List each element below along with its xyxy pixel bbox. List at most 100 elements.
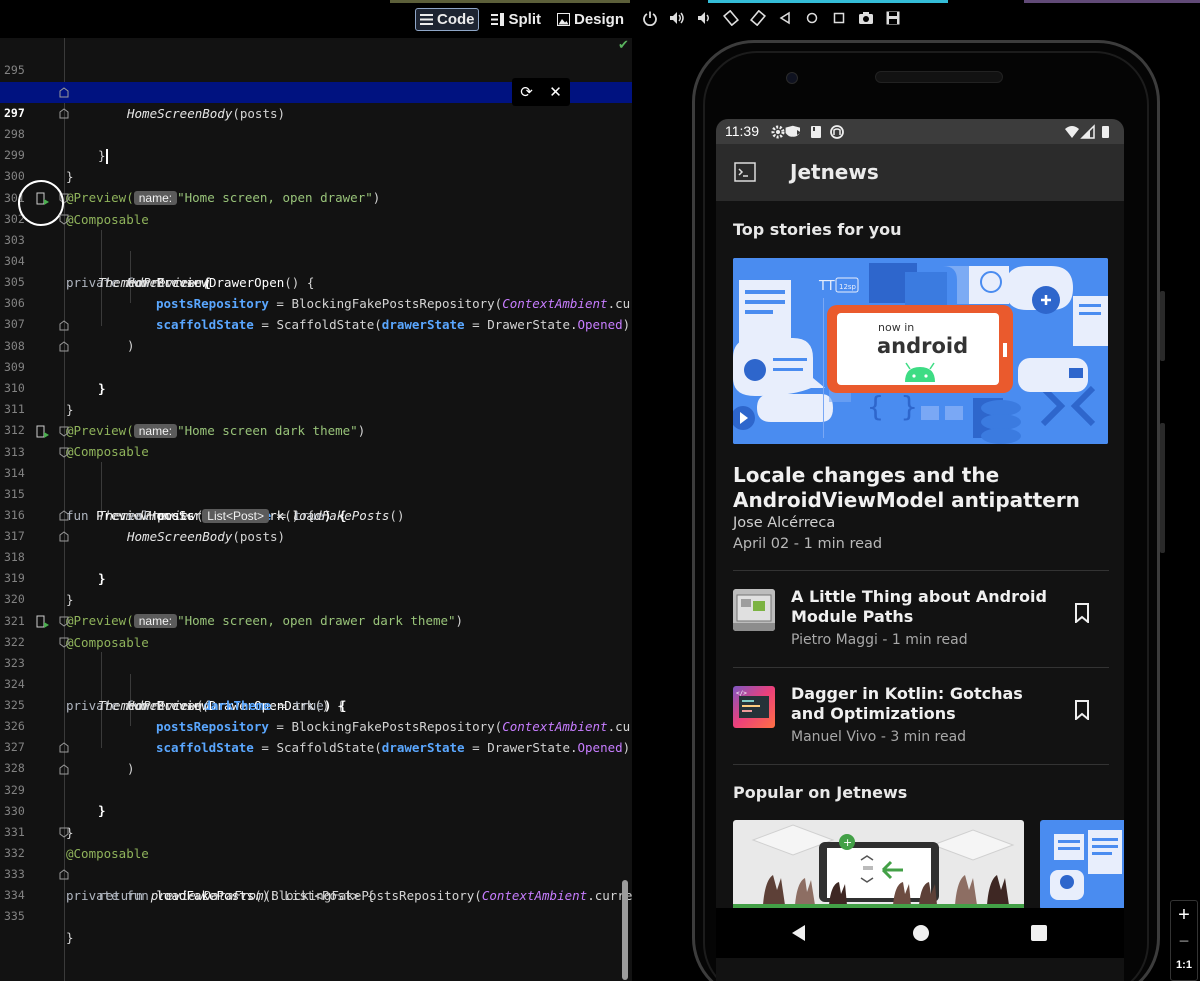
code-line[interactable]: 331 @Composable bbox=[0, 801, 632, 861]
tab-design[interactable]: Design bbox=[553, 8, 628, 31]
code-line[interactable]: 314 ThemedPreview(darkTheme = true) { bbox=[0, 442, 632, 523]
nav-back-icon[interactable] bbox=[790, 924, 808, 942]
code-line[interactable]: 303 ThemedPreview { bbox=[0, 209, 632, 290]
volume-up-icon[interactable] bbox=[669, 10, 685, 26]
volume-down-icon[interactable] bbox=[696, 10, 712, 26]
code-line[interactable]: 308 } bbox=[0, 315, 632, 396]
terminal-menu-icon[interactable] bbox=[734, 162, 756, 182]
featured-post-image[interactable]: { } now in android TT 12sp bbox=[733, 258, 1108, 444]
featured-post-title[interactable]: Locale changes and the AndroidViewModel … bbox=[733, 463, 1113, 513]
fold-icon[interactable] bbox=[59, 320, 69, 331]
fold-icon[interactable] bbox=[59, 447, 69, 458]
fold-icon[interactable] bbox=[59, 426, 69, 437]
fold-icon[interactable] bbox=[59, 764, 69, 775]
popular-card[interactable]: + bbox=[733, 820, 1024, 910]
code-line[interactable]: 305 postsRepository = BlockingFakePostsR… bbox=[0, 251, 632, 311]
fold-icon[interactable] bbox=[59, 827, 69, 838]
code-line[interactable]: 330 bbox=[0, 780, 632, 818]
code-line[interactable]: 334 } bbox=[0, 864, 632, 945]
code-line[interactable]: 299 bbox=[0, 124, 632, 162]
code-editor[interactable]: Code Split Design ✔ 295 val posts List<P… bbox=[0, 0, 632, 981]
overview-icon[interactable] bbox=[831, 10, 847, 26]
code-line[interactable]: 322 private fun PreviewDrawerOpenDark() … bbox=[0, 611, 632, 713]
run-preview-icon[interactable] bbox=[36, 615, 50, 629]
hero-android: android bbox=[877, 334, 968, 358]
code-line[interactable]: 312 @Composable bbox=[0, 399, 632, 459]
fold-icon[interactable] bbox=[59, 214, 69, 225]
emulator-toolbar bbox=[634, 0, 1200, 38]
back-icon[interactable] bbox=[777, 10, 793, 26]
tab-code[interactable]: Code bbox=[414, 8, 480, 31]
nav-home-icon[interactable] bbox=[912, 924, 930, 942]
hero-tt: TT bbox=[818, 279, 835, 294]
fold-icon[interactable] bbox=[59, 341, 69, 352]
code-line[interactable]: 324 HomeScreen( bbox=[0, 653, 632, 713]
code-line[interactable]: 328 } bbox=[0, 737, 632, 818]
code-line[interactable]: 306 scaffoldState = ScaffoldState(drawer… bbox=[0, 272, 632, 332]
code-line[interactable]: 327 ) bbox=[0, 716, 632, 776]
close-icon[interactable]: ✕ bbox=[549, 83, 562, 101]
power-icon[interactable] bbox=[642, 10, 658, 26]
list-item[interactable]: A Little Thing about Android Module Path… bbox=[716, 571, 1124, 667]
code-line[interactable]: 317 } bbox=[0, 505, 632, 586]
code-line[interactable]: 319 bbox=[0, 547, 632, 585]
editor-scrollbar[interactable] bbox=[622, 880, 628, 980]
side-button bbox=[1160, 291, 1165, 361]
code-line[interactable]: 320 @Preview(name: "Home screen, open dra… bbox=[0, 568, 632, 628]
code-line[interactable]: 333 return previewDataFrom(BlockingFakeP… bbox=[0, 843, 632, 903]
code-line[interactable]: 304 HomeScreen( bbox=[0, 230, 632, 290]
code-line[interactable]: 318 } bbox=[0, 526, 632, 607]
rotate-right-icon[interactable] bbox=[750, 10, 766, 26]
system-navigation-bar bbox=[716, 908, 1124, 958]
fold-icon[interactable] bbox=[59, 531, 69, 542]
code-line[interactable]: 311 @Preview(name: "Home screen dark them… bbox=[0, 378, 632, 438]
code-line[interactable]: 332 private fun loadFakePosts(): List<Po… bbox=[0, 822, 632, 903]
zoom-actual-size-button[interactable]: 1:1 bbox=[1171, 953, 1197, 977]
fold-icon[interactable] bbox=[59, 87, 69, 98]
fold-icon[interactable] bbox=[59, 108, 69, 119]
code-line[interactable]: 295 val posts List<Post> = loadFakePosts… bbox=[0, 39, 632, 99]
post-title: A Little Thing about Android Module Path… bbox=[791, 587, 1047, 626]
run-preview-icon[interactable] bbox=[36, 425, 50, 439]
featured-post-meta: April 02 - 1 min read bbox=[733, 536, 883, 552]
bookmark-icon[interactable] bbox=[1074, 700, 1090, 720]
code-line[interactable]: 309 } bbox=[0, 336, 632, 417]
refresh-icon[interactable]: ⟳ bbox=[520, 83, 533, 101]
code-line[interactable]: 310 bbox=[0, 357, 632, 395]
tab-split-label: Split bbox=[508, 11, 541, 28]
code-line[interactable]: 325 postsRepository = BlockingFakePostsR… bbox=[0, 674, 632, 734]
zoom-in-button[interactable]: + bbox=[1171, 901, 1197, 929]
camera-icon[interactable] bbox=[858, 10, 874, 26]
code-line[interactable]: 315 val posts List<Post> = loadFakePosts… bbox=[0, 463, 632, 523]
tab-split[interactable]: Split bbox=[487, 8, 545, 31]
nav-recents-icon[interactable] bbox=[1030, 924, 1048, 942]
code-line[interactable]: 335 bbox=[0, 885, 632, 923]
code-line[interactable]: 307 ) bbox=[0, 293, 632, 353]
fold-icon[interactable] bbox=[59, 510, 69, 521]
code-line[interactable]: 329 } bbox=[0, 759, 632, 840]
code-line[interactable]: 301 @Composable bbox=[0, 167, 632, 227]
popular-card[interactable] bbox=[1040, 820, 1124, 910]
device-screen: 11:39 Jetnews Top stories for you {} no… bbox=[716, 119, 1124, 981]
code-line[interactable]: 323 ThemedPreview(darkTheme = true) { bbox=[0, 632, 632, 713]
save-icon[interactable] bbox=[885, 10, 901, 26]
zoom-out-button[interactable]: − bbox=[1171, 929, 1197, 953]
fold-icon[interactable] bbox=[59, 869, 69, 880]
list-item[interactable]: </> Dagger in Kotlin: Gotchas and Optimi… bbox=[716, 668, 1124, 764]
code-line[interactable]: 302 private fun PreviewDrawerOpen() { bbox=[0, 188, 632, 290]
fold-icon[interactable] bbox=[59, 742, 69, 753]
toolbar-accent bbox=[390, 0, 630, 3]
code-line[interactable]: 300 @Preview(name: "Home screen, open dra… bbox=[0, 145, 632, 205]
code-line[interactable]: 326 scaffoldState = ScaffoldState(drawer… bbox=[0, 695, 632, 755]
hero-now-in: now in bbox=[878, 321, 914, 334]
code-line[interactable]: 316 HomeScreenBody(posts) bbox=[0, 484, 632, 544]
code-line[interactable]: 298 } bbox=[0, 103, 632, 184]
rotate-left-icon[interactable] bbox=[723, 10, 739, 26]
bookmark-icon[interactable] bbox=[1074, 603, 1090, 623]
fold-icon[interactable] bbox=[59, 637, 69, 648]
fold-icon[interactable] bbox=[59, 616, 69, 627]
tab-design-label: Design bbox=[573, 11, 624, 28]
code-line[interactable]: 321 @Composable bbox=[0, 590, 632, 650]
code-line[interactable]: 313 fun PreviewHomeScreenBodyDark() { bbox=[0, 421, 632, 523]
home-icon[interactable] bbox=[804, 10, 820, 26]
